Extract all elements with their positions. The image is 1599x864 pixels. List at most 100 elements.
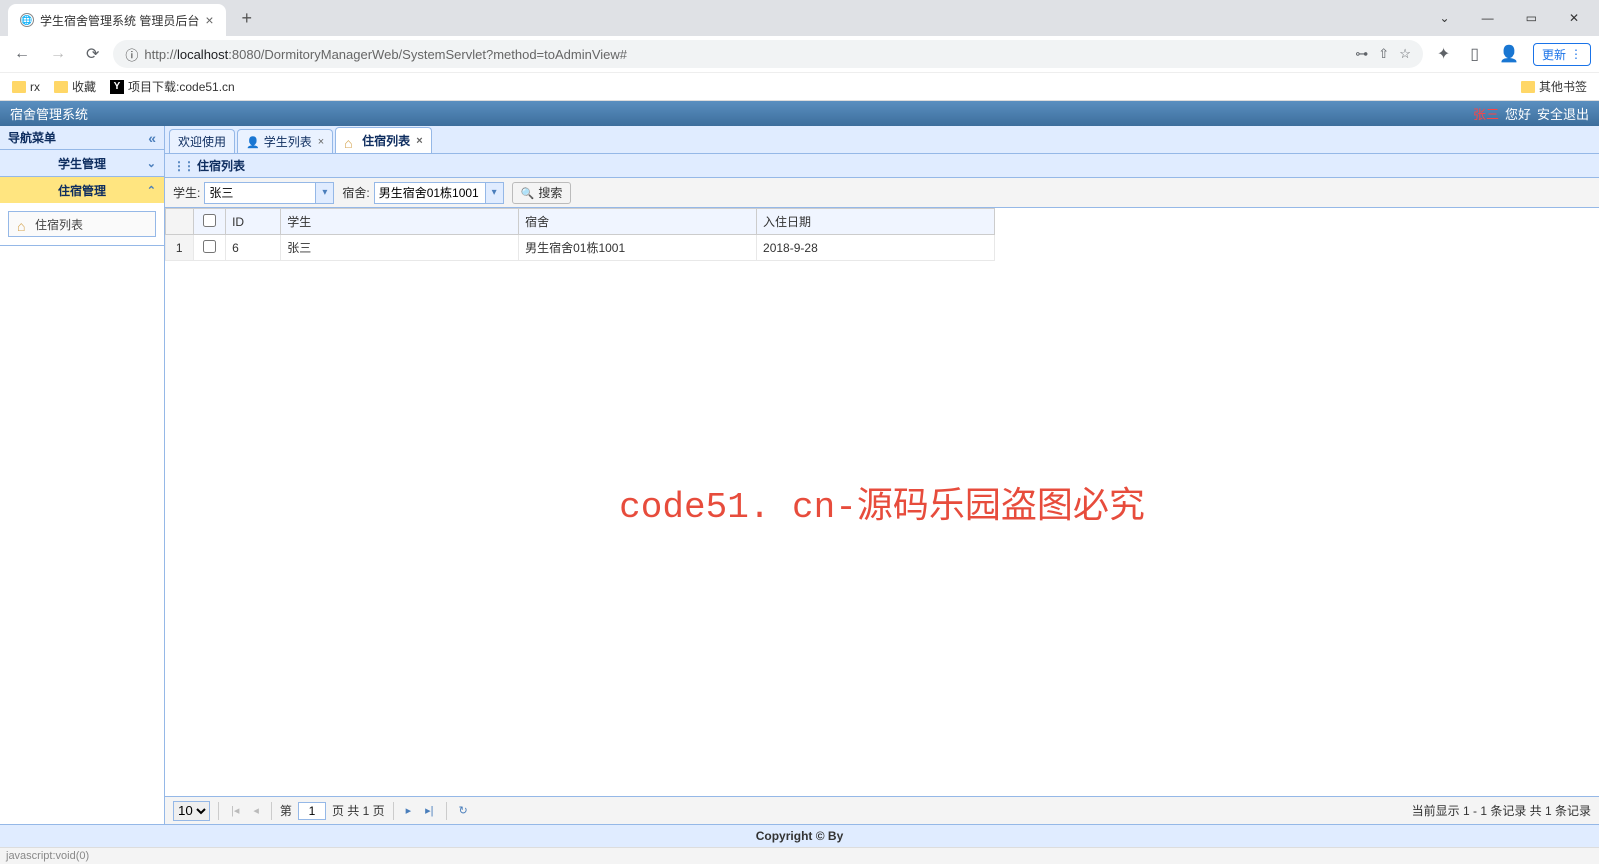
table-row[interactable]: 1 6 张三 男生宿舍01栋1001 2018-9-28	[166, 235, 995, 261]
user-icon	[246, 135, 260, 149]
accordion-body: 住宿列表	[0, 203, 164, 245]
col-date[interactable]: 入住日期	[757, 209, 995, 235]
next-page-icon[interactable]: ▸	[402, 802, 416, 819]
folder-icon	[12, 81, 26, 93]
tab-student-list[interactable]: 学生列表 ×	[237, 129, 333, 153]
prev-page-icon[interactable]: ◂	[249, 802, 263, 819]
refresh-icon[interactable]: ↻	[455, 802, 472, 819]
profile-icon[interactable]: 👤	[1493, 40, 1525, 68]
page-input[interactable]	[298, 802, 326, 820]
pagination: 10 |◂ ◂ 第 页 共 1 页 ▸ ▸| ↻ 当前显示 1 - 1 条记录 …	[165, 796, 1599, 824]
sidebar: 导航菜单 « 学生管理 ⌄ 住宿管理 ⌃ 住宿列表	[0, 126, 165, 824]
close-tab-icon[interactable]: ×	[416, 135, 422, 147]
col-check	[193, 209, 226, 235]
logout-link[interactable]: 安全退出	[1537, 104, 1589, 123]
browser-tabs: 🌐 学生宿舍管理系统 管理员后台 × + ⌄ — ▭ ✕	[0, 0, 1599, 36]
filter-student-wrap: 学生: ▾	[173, 182, 334, 204]
reload-icon[interactable]: ⟳	[80, 40, 105, 68]
app-title: 宿舍管理系统	[10, 104, 88, 123]
browser-chrome: 🌐 学生宿舍管理系统 管理员后台 × + ⌄ — ▭ ✕ ← → ⟳ ⓘ htt…	[0, 0, 1599, 101]
chevron-up-icon: ⌃	[147, 184, 156, 197]
home-icon	[17, 218, 31, 230]
main-content: 欢迎使用 学生列表 × 住宿列表 × ⋮⋮ 住宿列表 学生: ▾	[165, 126, 1599, 824]
browser-tab-title: 学生宿舍管理系统 管理员后台	[40, 12, 199, 29]
update-button[interactable]: 更新 ⋮	[1533, 43, 1591, 66]
chevron-down-icon[interactable]: ▾	[485, 183, 503, 203]
grid-container: ID 学生 宿舍 入住日期 1 6 张三 男生宿舍01栋1001 2018-9-…	[165, 208, 1599, 796]
row-checkbox[interactable]	[203, 240, 216, 253]
close-window-icon[interactable]: ✕	[1557, 7, 1591, 29]
filter-dorm-wrap: 宿舍: ▾	[342, 182, 503, 204]
chevron-down-icon: ⌄	[147, 157, 156, 170]
accordion-item-student: 学生管理 ⌄	[0, 150, 164, 177]
col-rownum	[166, 209, 194, 235]
bookmark-download[interactable]: Y项目下载:code51.cn	[110, 78, 235, 95]
panel-title: 住宿列表	[197, 157, 245, 174]
window-controls: ⌄ — ▭ ✕	[1428, 7, 1599, 29]
first-page-icon[interactable]: |◂	[227, 802, 243, 819]
url-right-icons: ⊶ ⇧ ☆	[1355, 46, 1411, 62]
table-header-row: ID 学生 宿舍 入住日期	[166, 209, 995, 235]
status-bar: javascript:void(0)	[0, 847, 1599, 864]
folder-icon	[1521, 81, 1535, 93]
sidebar-item-accommodation-list[interactable]: 住宿列表	[8, 211, 156, 237]
student-label: 学生:	[173, 184, 200, 201]
student-combobox[interactable]: ▾	[204, 182, 334, 204]
separator	[218, 802, 219, 820]
accordion-header-student[interactable]: 学生管理 ⌄	[0, 150, 164, 176]
cell-date: 2018-9-28	[757, 235, 995, 261]
greeting-text: 您好	[1505, 104, 1531, 123]
grip-icon: ⋮⋮	[173, 159, 193, 173]
cell-student: 张三	[281, 235, 519, 261]
share-icon[interactable]: ⇧	[1378, 46, 1389, 62]
dorm-input[interactable]	[375, 183, 485, 203]
col-dorm[interactable]: 宿舍	[519, 209, 757, 235]
forward-icon[interactable]: →	[44, 41, 72, 67]
cell-id: 6	[226, 235, 281, 261]
browser-tab[interactable]: 🌐 学生宿舍管理系统 管理员后台 ×	[8, 4, 226, 36]
col-student[interactable]: 学生	[281, 209, 519, 235]
separator	[393, 802, 394, 820]
dorm-combobox[interactable]: ▾	[374, 182, 504, 204]
col-id[interactable]: ID	[226, 209, 281, 235]
extensions-icon[interactable]: ✦	[1431, 40, 1456, 68]
y-logo-icon: Y	[110, 80, 124, 94]
close-tab-icon[interactable]: ×	[318, 136, 324, 148]
student-input[interactable]	[205, 183, 315, 203]
select-all-checkbox[interactable]	[203, 214, 216, 227]
app-footer: Copyright © By	[0, 824, 1599, 847]
filter-bar: 学生: ▾ 宿舍: ▾ 搜索	[165, 178, 1599, 208]
folder-icon	[54, 81, 68, 93]
bookmarks-bar: rx 收藏 Y项目下载:code51.cn 其他书签	[0, 72, 1599, 100]
side-panel-icon[interactable]: ▯	[1464, 40, 1485, 68]
close-icon[interactable]: ×	[205, 12, 213, 28]
separator	[446, 802, 447, 820]
back-icon[interactable]: ←	[8, 41, 36, 67]
data-grid: ID 学生 宿舍 入住日期 1 6 张三 男生宿舍01栋1001 2018-9-…	[165, 208, 995, 261]
watermark-text: code51. cn-源码乐园盗图必究	[619, 476, 1145, 528]
url-bar: ← → ⟳ ⓘ http://localhost:8080/DormitoryM…	[0, 36, 1599, 72]
chevron-down-icon[interactable]: ▾	[315, 183, 333, 203]
new-tab-button[interactable]: +	[234, 8, 261, 29]
page-text-before: 第	[280, 802, 292, 819]
maximize-icon[interactable]: ▭	[1514, 7, 1549, 29]
key-icon[interactable]: ⊶	[1355, 46, 1368, 62]
current-user: 张三	[1473, 104, 1499, 123]
accordion-header-accommodation[interactable]: 住宿管理 ⌃	[0, 177, 164, 203]
page-size-select[interactable]: 10	[173, 801, 210, 821]
tab-accommodation-list[interactable]: 住宿列表 ×	[335, 127, 431, 153]
bookmark-fav[interactable]: 收藏	[54, 78, 96, 95]
url-input[interactable]: ⓘ http://localhost:8080/DormitoryManager…	[113, 40, 1422, 68]
last-page-icon[interactable]: ▸|	[421, 802, 437, 819]
search-button[interactable]: 搜索	[512, 182, 572, 204]
minimize-icon[interactable]: —	[1470, 7, 1506, 29]
dorm-label: 宿舍:	[342, 184, 369, 201]
tab-welcome[interactable]: 欢迎使用	[169, 129, 235, 153]
panel-header: ⋮⋮ 住宿列表	[165, 154, 1599, 178]
star-icon[interactable]: ☆	[1399, 46, 1411, 62]
bookmark-rx[interactable]: rx	[12, 80, 40, 94]
window-chevron-icon[interactable]: ⌄	[1428, 7, 1462, 29]
home-icon	[344, 135, 358, 147]
collapse-icon[interactable]: «	[148, 130, 156, 146]
bookmark-other[interactable]: 其他书签	[1521, 78, 1587, 95]
